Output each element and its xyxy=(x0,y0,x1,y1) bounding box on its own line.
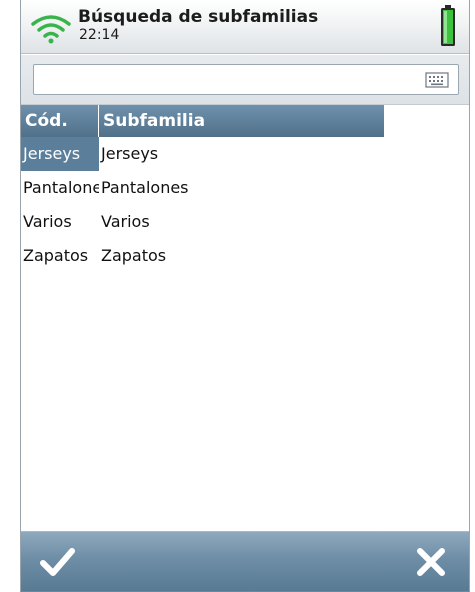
table-row[interactable]: Pantalones Pantalones xyxy=(21,171,469,205)
cell-code: Jerseys xyxy=(21,137,99,171)
table-row[interactable]: Zapatos Zapatos xyxy=(21,239,469,273)
cell-code: Zapatos xyxy=(23,246,89,265)
app-window: Búsqueda de subfamilias 22:14 Cód. Subfa… xyxy=(20,0,470,592)
title-bar: Búsqueda de subfamilias 22:14 xyxy=(21,0,469,54)
clock-time: 22:14 xyxy=(79,27,120,43)
page-title: Búsqueda de subfamilias xyxy=(78,7,319,27)
battery-icon xyxy=(441,5,455,46)
close-icon[interactable] xyxy=(413,544,449,580)
cell-code: Varios xyxy=(23,212,72,231)
cell-subfamily: Jerseys xyxy=(101,144,159,163)
cell-code: Pantalones xyxy=(23,178,99,197)
search-input[interactable] xyxy=(33,64,459,95)
table-row[interactable]: Varios Varios xyxy=(21,205,469,239)
cell-subfamily: Varios xyxy=(101,212,150,231)
search-bar xyxy=(21,55,469,105)
cell-subfamily: Pantalones xyxy=(101,178,189,197)
table-row[interactable]: Jerseys Jerseys xyxy=(21,137,469,171)
cell-subfamily: Zapatos xyxy=(101,246,167,265)
column-header-subfamily[interactable]: Subfamilia xyxy=(99,105,385,137)
column-header-code[interactable]: Cód. xyxy=(21,105,99,137)
checkmark-icon[interactable] xyxy=(39,544,75,580)
wifi-signal-icon xyxy=(31,15,71,44)
subfamily-table: Cód. Subfamilia Jerseys Jerseys Pantalon… xyxy=(21,105,469,273)
keyboard-icon[interactable] xyxy=(425,71,449,89)
table-header: Cód. Subfamilia xyxy=(21,105,469,137)
action-bar xyxy=(21,531,469,591)
